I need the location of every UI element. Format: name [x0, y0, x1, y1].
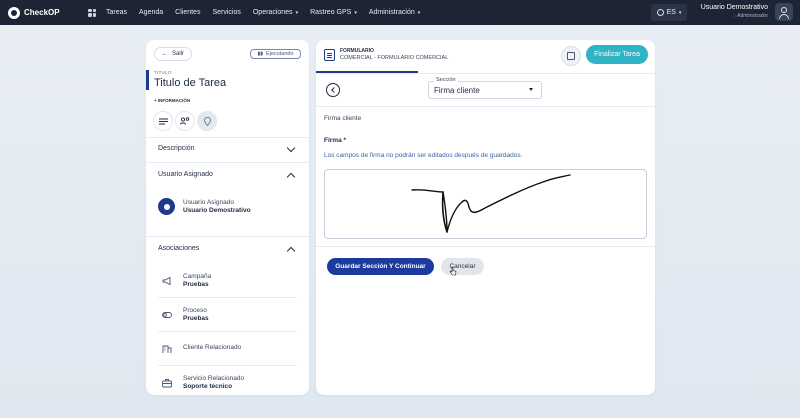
caret-down-icon	[529, 88, 533, 91]
signature-field-label: Firma *	[324, 137, 347, 144]
section-descripcion[interactable]: Descripción	[158, 145, 195, 152]
nav-item-label: Clientes	[175, 9, 201, 16]
association-value: Soporte técnico	[183, 383, 233, 390]
divider	[158, 331, 297, 332]
divider	[146, 236, 309, 237]
save-icon	[567, 52, 575, 60]
task-title: Titulo de Tarea	[154, 77, 227, 89]
chevron-left-icon	[331, 87, 337, 93]
chevron-down-icon: ▾	[417, 9, 421, 16]
divider	[316, 246, 655, 247]
divider	[158, 365, 297, 366]
nav-item-label: Tareas	[106, 9, 128, 16]
more-info-label[interactable]: + INFORMACIÓN	[154, 98, 190, 103]
nav-item-agenda[interactable]: Agenda	[139, 9, 163, 16]
language-label: ES	[666, 9, 676, 16]
nav-item-label: Operaciones	[252, 9, 293, 16]
previous-section-button[interactable]	[326, 83, 340, 97]
nav-item-tareas[interactable]: Tareas	[106, 9, 127, 16]
divider	[316, 73, 655, 74]
divider	[158, 297, 297, 298]
logo-text: CheckOP	[24, 8, 60, 17]
chevron-down-icon: ▾	[295, 9, 299, 16]
back-button[interactable]: ← Salir	[154, 47, 192, 61]
nav-item-operaciones[interactable]: Operaciones ▾	[253, 9, 298, 16]
finish-task-button[interactable]: Finalizar Tarea	[586, 45, 648, 64]
section-select-label: Sección	[434, 77, 458, 83]
nav-item-rastreo-gps[interactable]: Rastreo GPS ▾	[310, 9, 357, 16]
save-draft-button[interactable]	[561, 46, 581, 66]
form-icon	[324, 49, 335, 61]
map-pin-icon	[203, 116, 211, 126]
section-breadcrumb: Firma cliente	[324, 115, 362, 122]
form-title: FORMULARIO	[340, 48, 374, 54]
association-label: Proceso	[183, 307, 207, 314]
association-label: Cliente Relacionado	[183, 344, 242, 351]
assigned-user-value: Usuario Demostrativo	[183, 207, 251, 214]
association-label: Servicio Relacionado	[183, 375, 245, 382]
title-accent-bar	[146, 70, 149, 90]
chevron-down-icon: ▾	[678, 9, 682, 16]
chevron-down-icon[interactable]	[286, 143, 296, 153]
nav-item-label: Administración	[368, 9, 415, 16]
nav-item-servicios[interactable]: Servicios	[212, 9, 240, 16]
top-navbar: CheckOP Tareas Agenda Clientes Servicios Ope…	[0, 0, 800, 25]
user-name: Usuario Demostrativo	[700, 4, 768, 11]
divider	[146, 137, 309, 138]
section-select[interactable]: Sección Firma cliente	[428, 77, 542, 99]
signature-field-note: Los campos de firma no podrán ser editad…	[324, 152, 523, 159]
signature-drawing	[411, 174, 571, 233]
users-icon	[180, 117, 190, 125]
nav-item-label: Servicios	[212, 9, 241, 16]
section-select-value: Firma cliente	[434, 86, 480, 95]
lines-icon	[158, 118, 168, 124]
status-badge: ▮▮ Ejecutando	[250, 49, 301, 59]
save-and-continue-button[interactable]: Guardar Sección Y Continuar	[327, 258, 434, 275]
logo-icon	[8, 6, 20, 19]
divider	[146, 162, 309, 163]
toggle-icon	[162, 312, 172, 318]
apps-grid-icon[interactable]	[88, 8, 96, 17]
nav-item-administración[interactable]: Administración ▾	[369, 9, 420, 16]
cancel-button[interactable]: Cancelar	[441, 258, 484, 275]
divider	[316, 106, 655, 107]
description-tab[interactable]	[153, 111, 173, 131]
association-value: Pruebas	[183, 315, 209, 322]
user-avatar[interactable]	[775, 3, 793, 21]
back-button-label: Salir	[171, 51, 184, 57]
nav-item-clientes[interactable]: Clientes	[175, 9, 200, 16]
briefcase-icon	[162, 379, 172, 388]
user-role: ◌ Administrador	[733, 13, 768, 19]
arrow-left-icon: ←	[161, 51, 168, 57]
user-icon	[158, 198, 175, 215]
title-caption: TITULO	[154, 70, 172, 75]
section-usuario-asignado[interactable]: Usuario Asignado	[158, 171, 213, 178]
task-sidebar: ← Salir ▮▮ Ejecutando TITULO Titulo de T…	[146, 40, 309, 395]
chevron-up-icon[interactable]	[286, 246, 296, 256]
globe-icon	[656, 9, 664, 16]
nav-item-label: Rastreo GPS	[310, 9, 352, 16]
chevron-down-icon: ▾	[354, 9, 357, 16]
pointer-cursor-icon	[449, 266, 457, 276]
language-selector[interactable]: ES ▾	[651, 4, 687, 21]
association-label: Campaña	[183, 273, 212, 280]
association-value: Pruebas	[183, 281, 209, 288]
location-tab[interactable]	[197, 111, 217, 131]
megaphone-icon	[162, 276, 171, 286]
users-tab[interactable]	[175, 111, 195, 131]
signature-pad[interactable]	[324, 169, 647, 239]
assigned-user-label: Usuario Asignado	[183, 199, 234, 206]
nav-item-label: Agenda	[139, 9, 164, 16]
building-icon	[162, 345, 172, 353]
pause-icon: ▮▮	[257, 51, 263, 57]
form-subtitle: COMERCIAL - FORMULARIO COMERCIAL	[340, 55, 449, 61]
user-menu[interactable]: Usuario Demostrativo ◌ Administrador	[690, 4, 768, 19]
form-panel: FORMULARIO COMERCIAL - FORMULARIO COMERC…	[316, 40, 655, 395]
app-logo[interactable]: CheckOP	[8, 6, 78, 19]
section-asociaciones[interactable]: Asociaciones	[158, 245, 199, 252]
chevron-up-icon[interactable]	[286, 172, 296, 182]
